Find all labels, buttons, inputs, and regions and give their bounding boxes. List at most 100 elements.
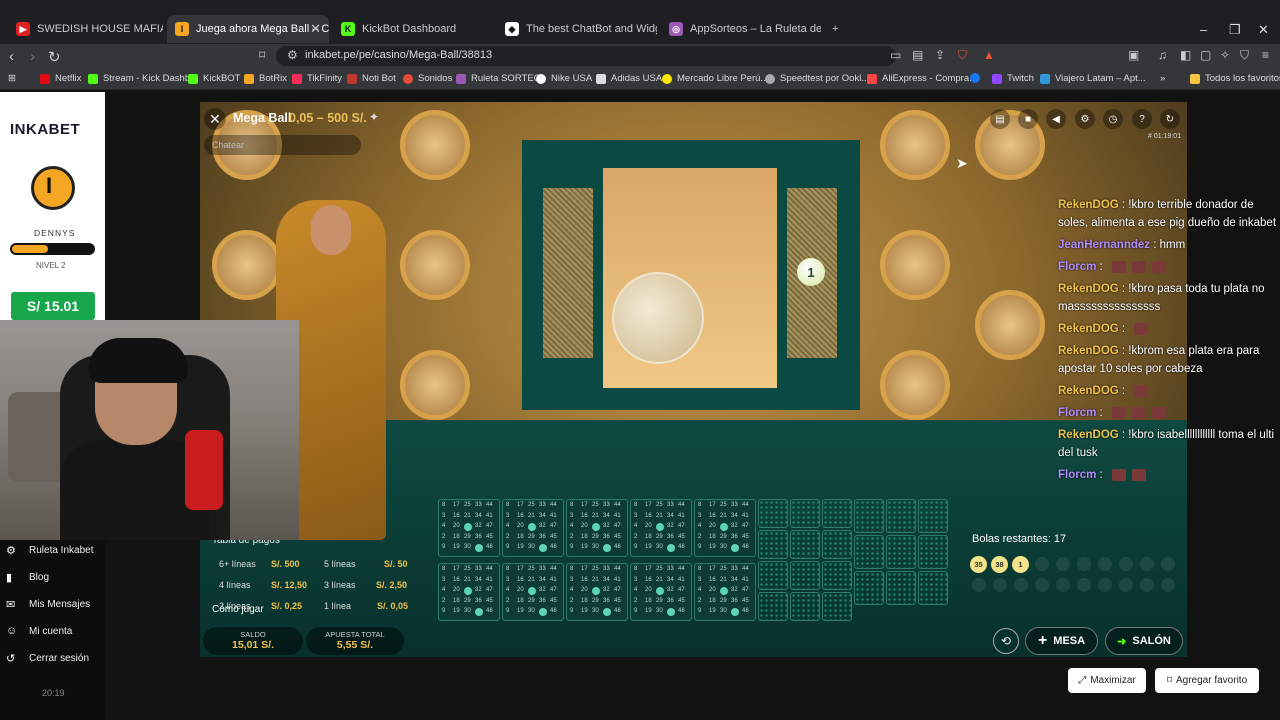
ai-icon[interactable]: ✧ [1220, 48, 1230, 62]
bookmark-nike[interactable]: Nike USA [536, 73, 592, 84]
bingo-card[interactable] [758, 499, 788, 528]
brave-shield-icon[interactable]: ⛉ [958, 48, 967, 63]
panel-icon[interactable]: ◧ [1180, 48, 1191, 62]
bookmark-viajero[interactable]: Viajero Latam – Apt... [1040, 73, 1146, 84]
site-info-icon[interactable]: ⚙ [287, 48, 298, 62]
maximize-button[interactable]: ⤢ Maximizar [1068, 668, 1146, 693]
menu-blog[interactable]: ▮ Blog [6, 571, 49, 584]
all-bookmarks[interactable]: Todos los favoritos [1190, 73, 1280, 84]
bingo-card[interactable] [886, 571, 916, 605]
undo-icon[interactable]: ⟲ [993, 628, 1019, 654]
bingo-card[interactable]: 8 17 25 33 44 3 16 21 34 41 4 20 32 47 2 18 29 36 45 9 19 30 4… [694, 499, 756, 557]
bingo-card[interactable]: 8 17 25 33 44 3 16 21 34 41 4 20 32 47 2 18 29 36 45 9 19 30 4… [566, 563, 628, 621]
inkabet-logo[interactable]: INKABET [10, 121, 80, 138]
bingo-card[interactable]: 8 17 25 33 44 3 16 21 34 41 4 20 32 47 2 18 29 36 45 9 19 30 4… [630, 563, 692, 621]
chat-icon[interactable]: ▤ [990, 109, 1010, 129]
bingo-card[interactable]: 8 17 25 33 44 3 16 21 34 41 4 20 32 47 2 18 29 36 45 9 19 30 4… [502, 499, 564, 557]
chat-username[interactable]: Florcm [1058, 261, 1096, 273]
menu-mensajes[interactable]: ✉ Mis Mensajes [6, 598, 90, 611]
vpn-icon[interactable]: ⛉ [1240, 48, 1249, 63]
close-game-icon[interactable]: ✕ [204, 108, 226, 130]
tab-2[interactable]: K KickBot Dashboard [333, 15, 493, 43]
chat-username[interactable]: RekenDOG [1058, 345, 1119, 357]
minimize-icon[interactable]: – [1200, 22, 1207, 37]
menu-cerrar-sesion[interactable]: ↺ Cerrar sesión [6, 652, 89, 665]
balance-button[interactable]: S/ 15.01 [11, 292, 95, 320]
settings-icon[interactable]: ⚙ [1075, 109, 1095, 129]
reader-icon[interactable]: ▤ [912, 48, 923, 62]
share-icon[interactable]: ⇪ [935, 48, 945, 62]
bingo-card[interactable] [758, 530, 788, 559]
bingo-card[interactable] [758, 561, 788, 590]
bookmark-sonidos[interactable]: Sonidos [403, 73, 452, 84]
bookmark-kick-dashboard[interactable]: Stream - Kick Dashb... [88, 73, 198, 84]
chat-username[interactable]: JeanHernanndez [1058, 239, 1150, 251]
chat-username[interactable]: RekenDOG [1058, 283, 1119, 295]
chat-username[interactable]: Florcm [1058, 469, 1096, 481]
menu-ruleta[interactable]: ⚙ Ruleta Inkabet [6, 544, 94, 557]
bingo-card[interactable] [854, 571, 884, 605]
tab-3[interactable]: ◆The best ChatBot and Widgets for Ki [497, 15, 657, 43]
close-window-icon[interactable]: ✕ [1258, 22, 1269, 38]
mesa-button[interactable]: + MESA [1025, 627, 1098, 655]
restore-icon[interactable]: ❐ [1229, 22, 1241, 38]
volume-icon[interactable]: ◀ [1046, 109, 1066, 129]
bingo-card[interactable] [822, 561, 852, 590]
bingo-card[interactable] [918, 535, 948, 569]
new-tab-button[interactable]: + [824, 15, 846, 43]
bingo-card[interactable] [918, 571, 948, 605]
chat-username[interactable]: RekenDOG [1058, 199, 1119, 211]
bingo-card[interactable] [918, 499, 948, 533]
bingo-card[interactable]: 8 17 25 33 44 3 16 21 34 41 4 20 32 47 2 18 29 36 45 9 19 30 4… [502, 563, 564, 621]
bookmark-adidas[interactable]: Adidas USA [596, 73, 662, 84]
bingo-card[interactable]: 8 17 25 33 44 3 16 21 34 41 4 20 32 47 2 18 29 36 45 9 19 30 4… [438, 499, 500, 557]
cast-icon[interactable]: ▭ [890, 48, 901, 62]
reload-icon[interactable]: ↻ [48, 48, 61, 66]
bingo-card[interactable] [790, 499, 820, 528]
bingo-card[interactable] [822, 499, 852, 528]
back-icon[interactable]: ‹ [9, 48, 14, 65]
music-icon[interactable]: ♫ [1158, 48, 1167, 62]
refresh-icon[interactable]: ↻ [1160, 109, 1180, 129]
bookmark-tikfinity[interactable]: TikFinity [292, 73, 342, 84]
favorite-star-icon[interactable]: ✦ [369, 110, 379, 124]
bookmark-botrix[interactable]: BotRix [244, 73, 287, 84]
bookmark-aliexpress[interactable]: AliExpress - Compra... [867, 73, 977, 84]
bookmark-ruleta[interactable]: Ruleta SORTEO [456, 73, 541, 84]
history-icon[interactable]: ◷ [1103, 109, 1123, 129]
help-icon[interactable]: ? [1132, 109, 1152, 129]
chat-username[interactable]: RekenDOG [1058, 323, 1119, 335]
bookmark-mercadolibre[interactable]: Mercado Libre Perú... [662, 73, 768, 84]
bookmark-icon[interactable]: ⌑ [259, 48, 265, 62]
bingo-card[interactable] [854, 499, 884, 533]
bingo-card[interactable] [886, 535, 916, 569]
bingo-card[interactable]: 8 17 25 33 44 3 16 21 34 41 4 20 32 47 2 18 29 36 45 9 19 30 4… [566, 499, 628, 557]
menu-cuenta[interactable]: ☺ Mi cuenta [6, 625, 72, 637]
bingo-card[interactable] [758, 592, 788, 621]
bookmark-facebook[interactable] [970, 73, 985, 83]
sidebar-toggle-icon[interactable]: ▣ [1128, 48, 1139, 62]
bookmark-twitch[interactable]: Twitch [992, 73, 1034, 84]
tab-1[interactable]: I Juega ahora Mega Ball – Casi ✕ [167, 15, 329, 43]
chat-username[interactable]: RekenDOG [1058, 429, 1119, 441]
bingo-card[interactable] [790, 561, 820, 590]
forward-icon[interactable]: › [30, 48, 35, 65]
rewards-icon[interactable]: ▲ [983, 48, 995, 62]
bingo-card[interactable] [790, 530, 820, 559]
video-icon[interactable]: ■ [1018, 109, 1038, 129]
bookmark-kickbot[interactable]: KickBOT [188, 73, 240, 84]
tab-4[interactable]: ◎AppSorteos – La Ruleta de la Suerte [661, 15, 821, 43]
bingo-card[interactable] [886, 499, 916, 533]
chat-username[interactable]: Florcm [1058, 407, 1096, 419]
salon-button[interactable]: ➜ SALÓN [1105, 627, 1183, 655]
chat-input[interactable]: Chatear [204, 135, 361, 155]
bookmark-netflix[interactable]: Netflix [40, 73, 81, 84]
close-tab-icon[interactable]: ✕ [310, 21, 321, 37]
add-favorite-button[interactable]: ⌑ Agregar favorito [1155, 668, 1259, 693]
bingo-card[interactable] [822, 530, 852, 559]
tab-0[interactable]: ▶SWEDISH HOUSE MAFIA MEGAMIX 2 [8, 15, 163, 43]
how-to-play-link[interactable]: Cómo jugar [212, 604, 264, 615]
bingo-card[interactable]: 8 17 25 33 44 3 16 21 34 41 4 20 32 47 2 18 29 36 45 9 19 30 4… [694, 563, 756, 621]
more-bookmarks-icon[interactable]: » [1160, 73, 1165, 84]
bingo-card[interactable] [822, 592, 852, 621]
